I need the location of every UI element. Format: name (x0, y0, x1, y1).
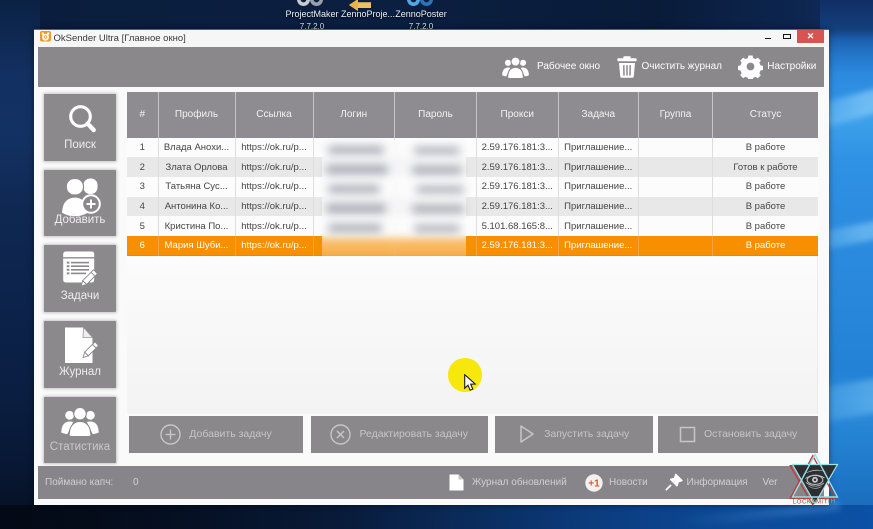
svg-text:+1: +1 (588, 478, 600, 489)
svg-text:LOCKSMITH: LOCKSMITH (795, 499, 835, 505)
